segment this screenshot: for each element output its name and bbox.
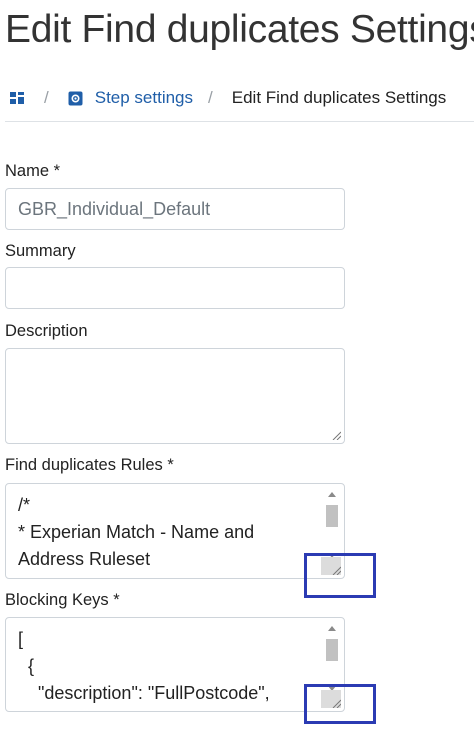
rules-textarea[interactable]: /* * Experian Match - Name and Address R… — [5, 483, 345, 579]
scroll-up-arrow-icon[interactable] — [328, 492, 336, 497]
breadcrumb-current: Edit Find duplicates Settings — [231, 88, 447, 107]
breadcrumb-step-settings-label: Step settings — [94, 88, 194, 107]
rules-scrollbar[interactable] — [323, 487, 341, 558]
description-label: Description — [5, 322, 88, 340]
blocking-keys-label: Blocking Keys * — [5, 591, 120, 609]
scroll-thumb[interactable] — [326, 639, 338, 661]
summary-label: Summary — [5, 242, 76, 260]
rules-label: Find duplicates Rules * — [5, 456, 174, 474]
gear-square-icon — [68, 91, 83, 105]
highlight-box-rules-resize — [304, 553, 376, 598]
name-label: Name * — [5, 162, 61, 180]
breadcrumb: / Step settings / Edit Find duplicates S… — [9, 86, 446, 110]
breadcrumb-separator: / — [208, 88, 213, 107]
breadcrumb-separator: / — [44, 88, 49, 107]
blocking-keys-textarea-value: [ { "description": "FullPostcode", — [18, 629, 270, 703]
name-field[interactable]: GBR_Individual_Default — [5, 188, 345, 230]
scroll-up-arrow-icon[interactable] — [328, 626, 336, 631]
dashboard-grid-icon[interactable] — [9, 90, 25, 106]
description-textarea[interactable] — [5, 348, 345, 444]
rules-textarea-value: /* * Experian Match - Name and Address R… — [18, 495, 255, 569]
page-title: Edit Find duplicates Settings — [5, 8, 474, 51]
summary-field[interactable] — [5, 267, 345, 309]
header-divider — [5, 121, 474, 122]
blocking-keys-textarea[interactable]: [ { "description": "FullPostcode", — [5, 617, 345, 712]
scroll-thumb[interactable] — [326, 505, 338, 527]
name-field-value: GBR_Individual_Default — [18, 198, 211, 219]
breadcrumb-step-settings-link[interactable]: Step settings — [68, 88, 193, 108]
highlight-box-blocking-keys-resize — [304, 684, 376, 724]
resize-handle-icon[interactable] — [331, 430, 341, 440]
blocking-keys-scrollbar[interactable] — [323, 621, 341, 691]
